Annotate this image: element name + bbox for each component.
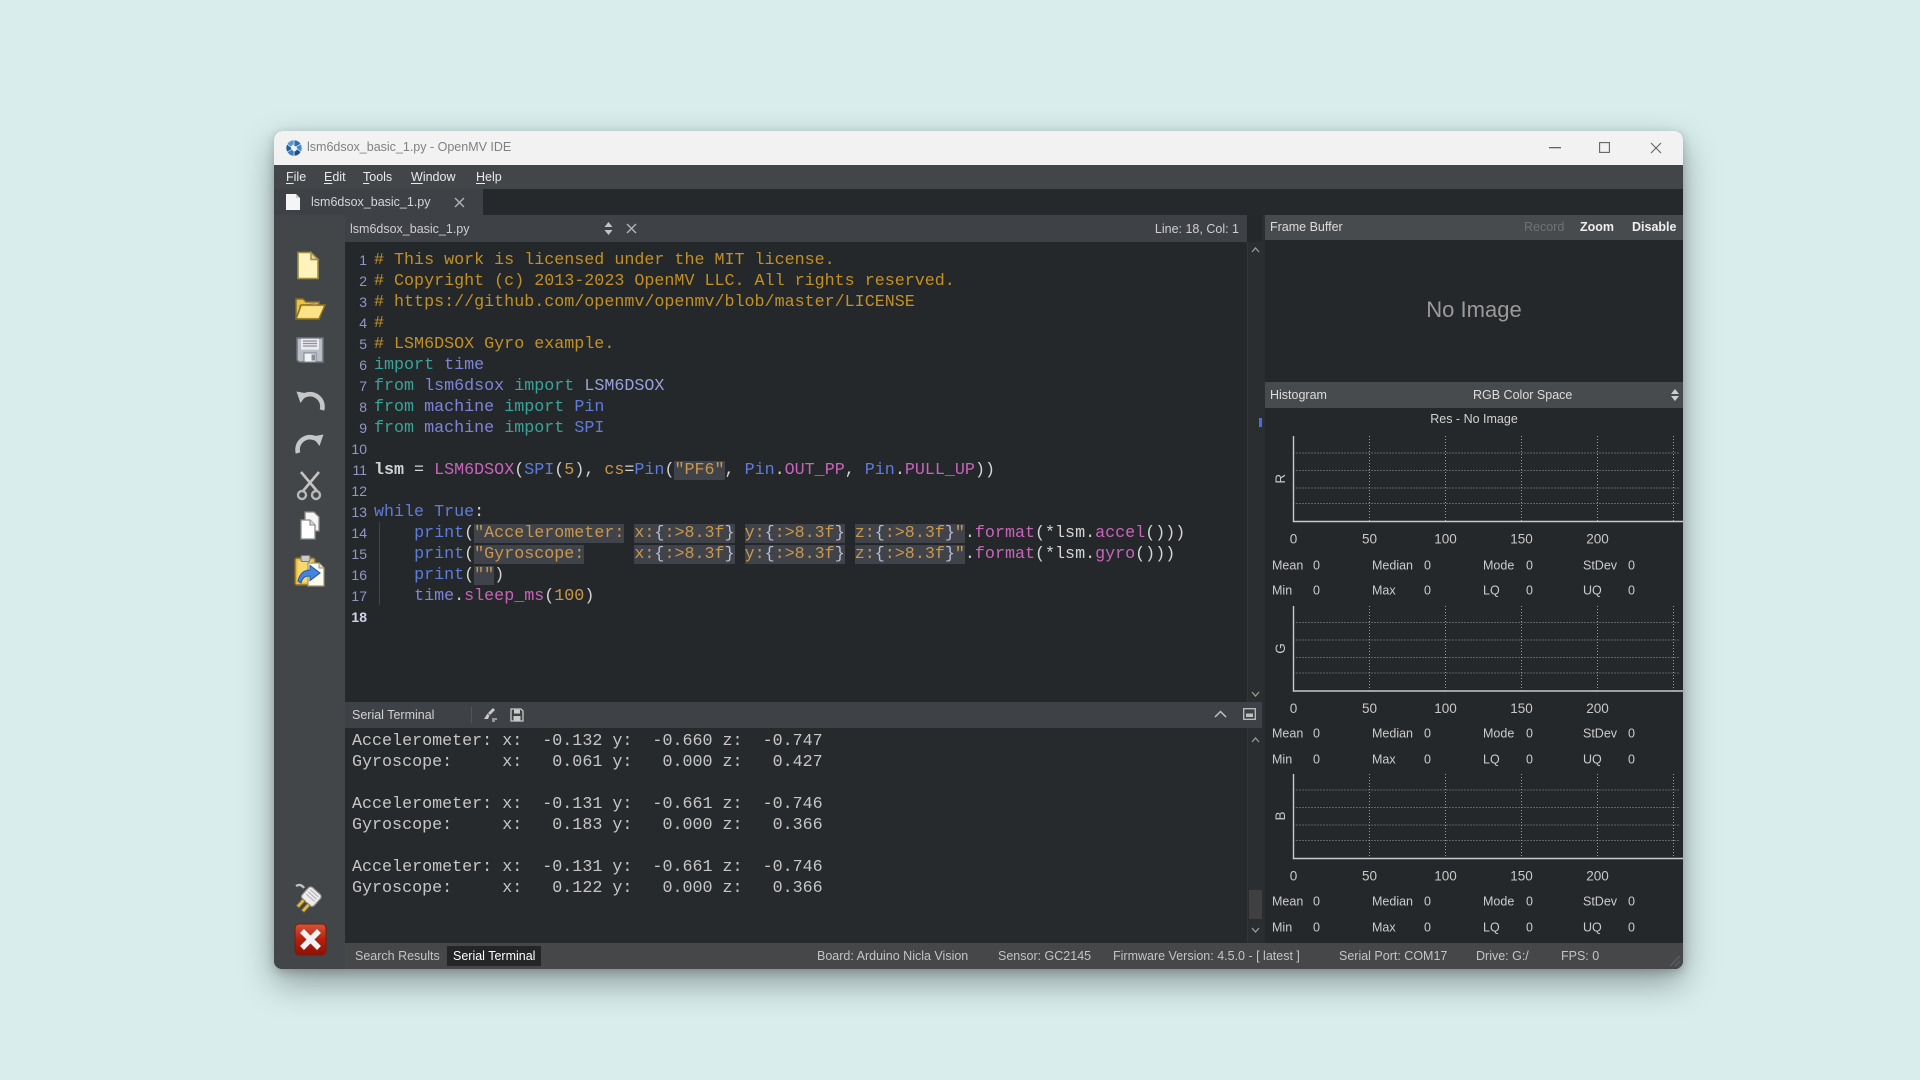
svg-text:Mode: Mode [1483, 895, 1514, 909]
svg-text:StDev: StDev [1583, 727, 1618, 741]
svg-text:G: G [1273, 643, 1288, 654]
svg-text:0: 0 [1526, 584, 1533, 598]
svg-text:0: 0 [1290, 532, 1298, 547]
svg-text:0: 0 [1628, 921, 1635, 935]
svg-text:UQ: UQ [1583, 584, 1602, 598]
svg-text:LQ: LQ [1483, 753, 1500, 767]
svg-text:UQ: UQ [1583, 753, 1602, 767]
svg-text:LQ: LQ [1483, 584, 1500, 598]
svg-text:0: 0 [1313, 727, 1320, 741]
svg-text:0: 0 [1313, 921, 1320, 935]
svg-text:0: 0 [1526, 753, 1533, 767]
svg-text:50: 50 [1362, 869, 1377, 884]
svg-text:0: 0 [1628, 584, 1635, 598]
svg-text:0: 0 [1424, 584, 1431, 598]
svg-text:200: 200 [1586, 869, 1609, 884]
svg-text:0: 0 [1526, 727, 1533, 741]
svg-text:50: 50 [1362, 701, 1377, 716]
svg-text:50: 50 [1362, 532, 1377, 547]
svg-text:B: B [1273, 811, 1288, 820]
svg-text:Mean: Mean [1272, 895, 1303, 909]
svg-text:0: 0 [1424, 895, 1431, 909]
svg-text:0: 0 [1526, 921, 1533, 935]
svg-text:0: 0 [1628, 753, 1635, 767]
svg-text:Median: Median [1372, 895, 1413, 909]
svg-text:StDev: StDev [1583, 559, 1618, 573]
svg-text:Min: Min [1272, 921, 1292, 935]
svg-text:Max: Max [1372, 753, 1396, 767]
svg-text:Max: Max [1372, 584, 1396, 598]
svg-text:Min: Min [1272, 584, 1292, 598]
svg-text:200: 200 [1586, 701, 1609, 716]
svg-text:0: 0 [1290, 701, 1298, 716]
svg-text:150: 150 [1510, 701, 1533, 716]
svg-text:0: 0 [1313, 753, 1320, 767]
svg-text:0: 0 [1424, 921, 1431, 935]
svg-text:200: 200 [1586, 532, 1609, 547]
svg-text:StDev: StDev [1583, 895, 1618, 909]
svg-text:Min: Min [1272, 753, 1292, 767]
svg-text:Mode: Mode [1483, 559, 1514, 573]
svg-text:150: 150 [1510, 532, 1533, 547]
svg-text:100: 100 [1434, 532, 1457, 547]
svg-text:100: 100 [1434, 701, 1457, 716]
svg-text:Mode: Mode [1483, 727, 1514, 741]
svg-text:0: 0 [1526, 559, 1533, 573]
svg-text:LQ: LQ [1483, 921, 1500, 935]
svg-text:0: 0 [1313, 895, 1320, 909]
svg-text:0: 0 [1313, 584, 1320, 598]
svg-text:Max: Max [1372, 921, 1396, 935]
svg-text:0: 0 [1628, 895, 1635, 909]
svg-text:100: 100 [1434, 869, 1457, 884]
svg-text:0: 0 [1424, 753, 1431, 767]
svg-text:0: 0 [1424, 559, 1431, 573]
svg-text:Median: Median [1372, 559, 1413, 573]
svg-text:Mean: Mean [1272, 559, 1303, 573]
svg-text:150: 150 [1510, 869, 1533, 884]
svg-text:UQ: UQ [1583, 921, 1602, 935]
svg-text:0: 0 [1526, 895, 1533, 909]
svg-text:0: 0 [1628, 559, 1635, 573]
svg-text:Mean: Mean [1272, 727, 1303, 741]
svg-text:Median: Median [1372, 727, 1413, 741]
svg-text:R: R [1273, 474, 1288, 484]
svg-text:0: 0 [1424, 727, 1431, 741]
svg-text:0: 0 [1628, 727, 1635, 741]
svg-text:0: 0 [1290, 869, 1298, 884]
svg-text:0: 0 [1313, 559, 1320, 573]
